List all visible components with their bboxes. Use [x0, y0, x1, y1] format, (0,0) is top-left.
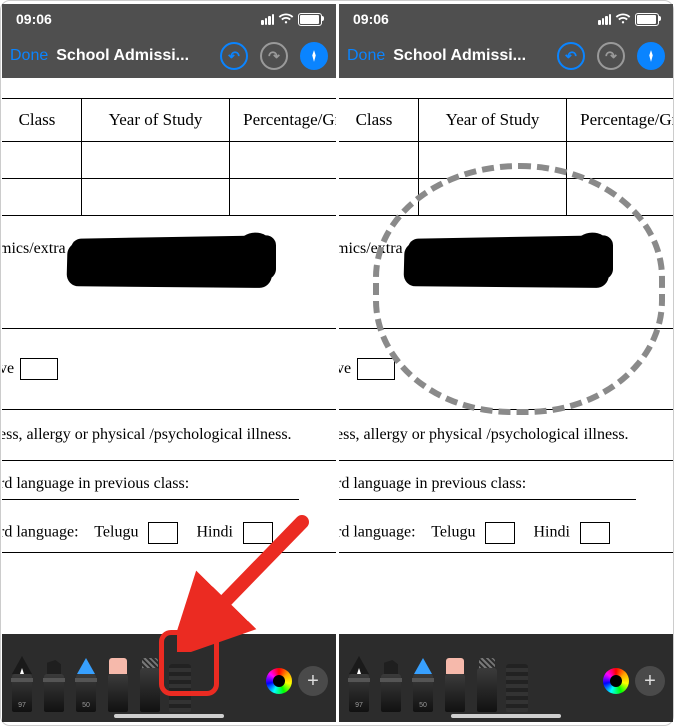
illness-section: ess, allergy or physical /psychological … [2, 410, 336, 461]
undo-button[interactable]: ↶ [220, 42, 248, 70]
marker-tool[interactable] [40, 652, 68, 712]
th-class: Class [339, 99, 419, 142]
pen-size: 97 [8, 702, 36, 709]
status-bar: 09:06 [339, 4, 673, 34]
table-row [2, 142, 336, 179]
status-time: 09:06 [16, 11, 52, 27]
ve-label: ve [339, 360, 351, 378]
doc-title: School Admissi... [56, 47, 189, 65]
redaction-mark [408, 235, 613, 283]
add-button[interactable]: + [298, 666, 328, 696]
form-table: Class Year of Study Percentage/Gra [339, 98, 673, 216]
pen-tool[interactable]: 97 [345, 652, 373, 712]
left-screenshot: 09:06 Done School Admissi... ↶ ↷ [2, 4, 336, 722]
wifi-icon [278, 13, 294, 25]
checkbox-section: ve [339, 329, 673, 410]
table-row [339, 142, 673, 179]
undo-button[interactable]: ↶ [557, 42, 585, 70]
pencil-tool[interactable]: 50 [409, 652, 437, 712]
document-area[interactable]: Class Year of Study Percentage/Gra mics/… [339, 78, 673, 634]
status-bar: 09:06 [2, 4, 336, 34]
prev-lang-section: rd language in previous class: [2, 461, 336, 508]
markup-toggle-button[interactable] [637, 42, 665, 70]
home-indicator [114, 714, 224, 718]
pencil-size: 50 [72, 702, 100, 709]
undo-icon: ↶ [228, 49, 240, 63]
doc-title: School Admissi... [393, 47, 526, 65]
telugu-checkbox[interactable] [148, 522, 178, 544]
done-button[interactable]: Done [347, 47, 385, 65]
plus-icon: + [307, 670, 319, 693]
pen-icon [644, 49, 658, 63]
mics-label: mics/extra [2, 240, 66, 257]
eraser-tool[interactable] [104, 652, 132, 712]
color-picker[interactable] [603, 668, 629, 694]
hindi-label: Hindi [533, 524, 569, 541]
redacted-section: mics/extra [339, 216, 673, 329]
illness-text: ess, allergy or physical /psychological … [339, 426, 629, 443]
redaction-mark [71, 235, 276, 283]
telugu-checkbox[interactable] [485, 522, 515, 544]
cellular-icon [261, 14, 274, 25]
th-percent: Percentage/Gra [567, 99, 674, 142]
th-percent: Percentage/Gra [230, 99, 337, 142]
lang-label: rd language: [339, 524, 416, 541]
add-button[interactable]: + [635, 666, 665, 696]
telugu-label: Telugu [431, 524, 475, 541]
prev-lang-label: rd language in previous class: [2, 475, 189, 492]
markup-toggle-button[interactable] [300, 42, 328, 70]
th-class: Class [2, 99, 82, 142]
pencil-tool[interactable]: 50 [72, 652, 100, 712]
marker-tool[interactable] [377, 652, 405, 712]
mics-label: mics/extra [339, 240, 403, 257]
checkbox-section: ve [2, 329, 336, 410]
pen-size: 97 [345, 702, 373, 709]
lasso-tool[interactable] [473, 642, 501, 712]
th-year: Year of Study [82, 99, 230, 142]
checkbox[interactable] [20, 358, 58, 380]
nav-bar: Done School Admissi... ↶ ↷ [339, 34, 673, 78]
telugu-label: Telugu [94, 524, 138, 541]
color-picker[interactable] [266, 668, 292, 694]
table-row [2, 179, 336, 216]
home-indicator [451, 714, 561, 718]
pencil-size: 50 [409, 702, 437, 709]
prev-lang-section: rd language in previous class: [339, 461, 673, 508]
redacted-section: mics/extra [2, 216, 336, 329]
redo-button[interactable]: ↷ [260, 42, 288, 70]
wifi-icon [615, 13, 631, 25]
illness-text: ess, allergy or physical /psychological … [2, 426, 292, 443]
ve-label: ve [2, 360, 14, 378]
status-time: 09:06 [353, 11, 389, 27]
redo-icon: ↷ [605, 49, 617, 63]
form-table: Class Year of Study Percentage/Gra [2, 98, 336, 216]
lang-section: rd language: Telugu Hindi [339, 508, 673, 553]
table-row [339, 179, 673, 216]
annotation-arrow-icon [177, 512, 317, 652]
hindi-checkbox[interactable] [580, 522, 610, 544]
battery-icon [635, 13, 659, 26]
right-screenshot: 09:06 Done School Admissi... ↶ ↷ [339, 4, 673, 722]
pen-tool[interactable]: 97 [8, 652, 36, 712]
lang-label: rd language: [2, 524, 79, 541]
nav-bar: Done School Admissi... ↶ ↷ [2, 34, 336, 78]
th-year: Year of Study [419, 99, 567, 142]
ruler-tool[interactable] [505, 652, 529, 712]
pen-icon [307, 49, 321, 63]
plus-icon: + [644, 670, 656, 693]
checkbox[interactable] [357, 358, 395, 380]
cellular-icon [598, 14, 611, 25]
redo-icon: ↷ [268, 49, 280, 63]
battery-icon [298, 13, 322, 26]
redo-button[interactable]: ↷ [597, 42, 625, 70]
prev-lang-label: rd language in previous class: [339, 475, 526, 492]
undo-icon: ↶ [565, 49, 577, 63]
illness-section: ess, allergy or physical /psychological … [339, 410, 673, 461]
eraser-tool[interactable] [441, 652, 469, 712]
markup-toolbar: 97 50 + [339, 634, 673, 722]
done-button[interactable]: Done [10, 47, 48, 65]
